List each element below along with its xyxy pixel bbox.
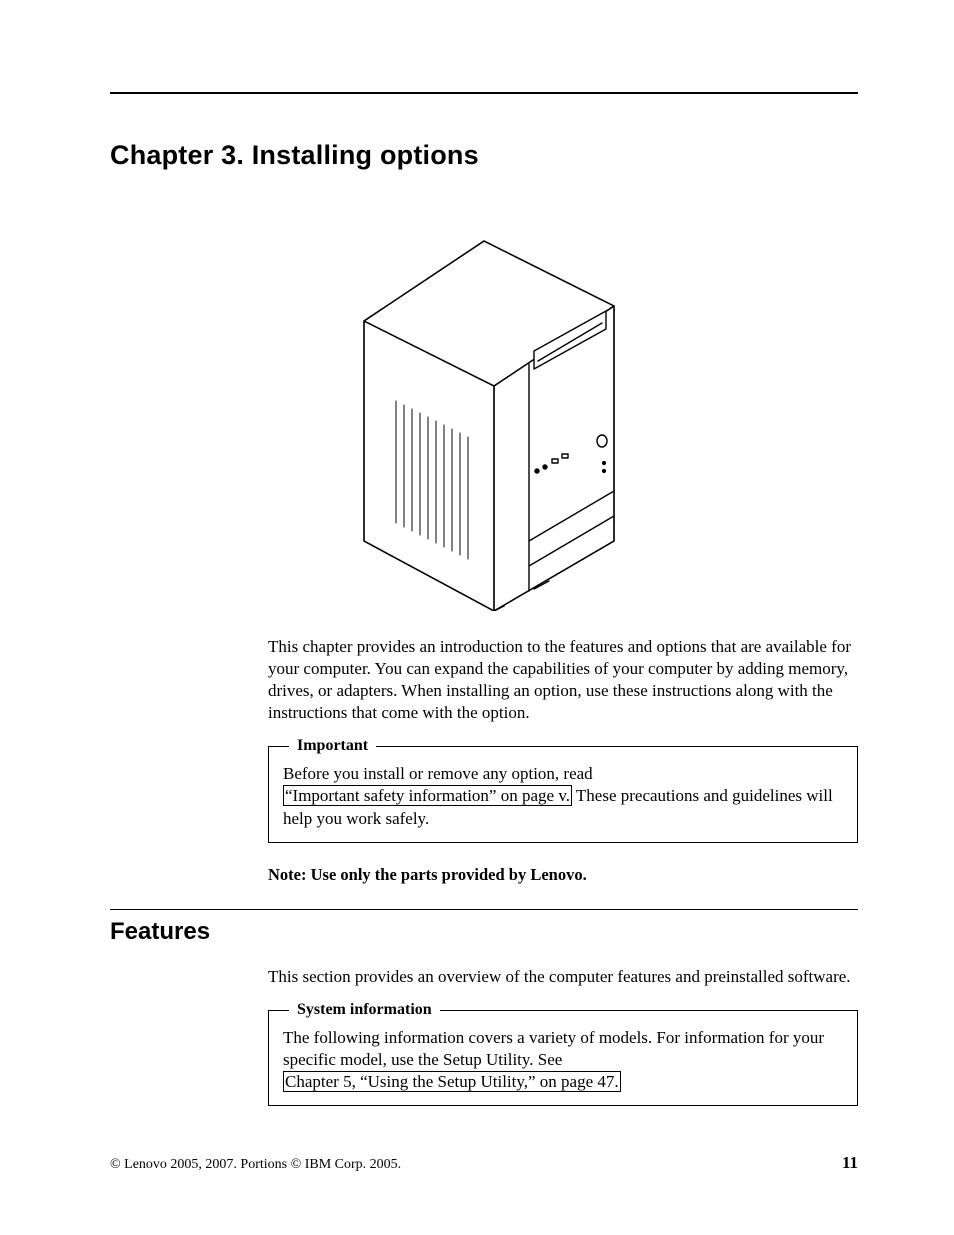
- parts-note: Note: Use only the parts provided by Len…: [268, 865, 858, 885]
- copyright: © Lenovo 2005, 2007. Portions © IBM Corp…: [110, 1157, 401, 1173]
- sysinfo-before: The following information covers a varie…: [283, 1028, 824, 1069]
- system-info-box: System information The following informa…: [268, 1010, 858, 1106]
- chapter-intro: This chapter provides an introduction to…: [268, 636, 858, 724]
- section-rule: [110, 909, 858, 910]
- safety-info-link[interactable]: “Important safety information” on page v…: [283, 785, 572, 806]
- features-intro: This section provides an overview of the…: [268, 966, 858, 988]
- important-before: Before you install or remove any option,…: [283, 764, 593, 783]
- important-legend: Important: [289, 737, 376, 755]
- page-number: 11: [842, 1153, 858, 1173]
- system-info-body: The following information covers a varie…: [283, 1027, 843, 1093]
- chapter-title: Chapter 3. Installing options: [110, 140, 858, 171]
- page-footer: © Lenovo 2005, 2007. Portions © IBM Corp…: [110, 1153, 858, 1173]
- features-title: Features: [110, 918, 858, 946]
- top-rule: [110, 92, 858, 94]
- important-body: Before you install or remove any option,…: [283, 763, 843, 829]
- system-info-legend: System information: [289, 1001, 440, 1019]
- setup-utility-link[interactable]: Chapter 5, “Using the Setup Utility,” on…: [283, 1071, 621, 1092]
- tower-icon: [304, 211, 664, 611]
- computer-tower-figure: [110, 211, 858, 616]
- important-box: Important Before you install or remove a…: [268, 746, 858, 842]
